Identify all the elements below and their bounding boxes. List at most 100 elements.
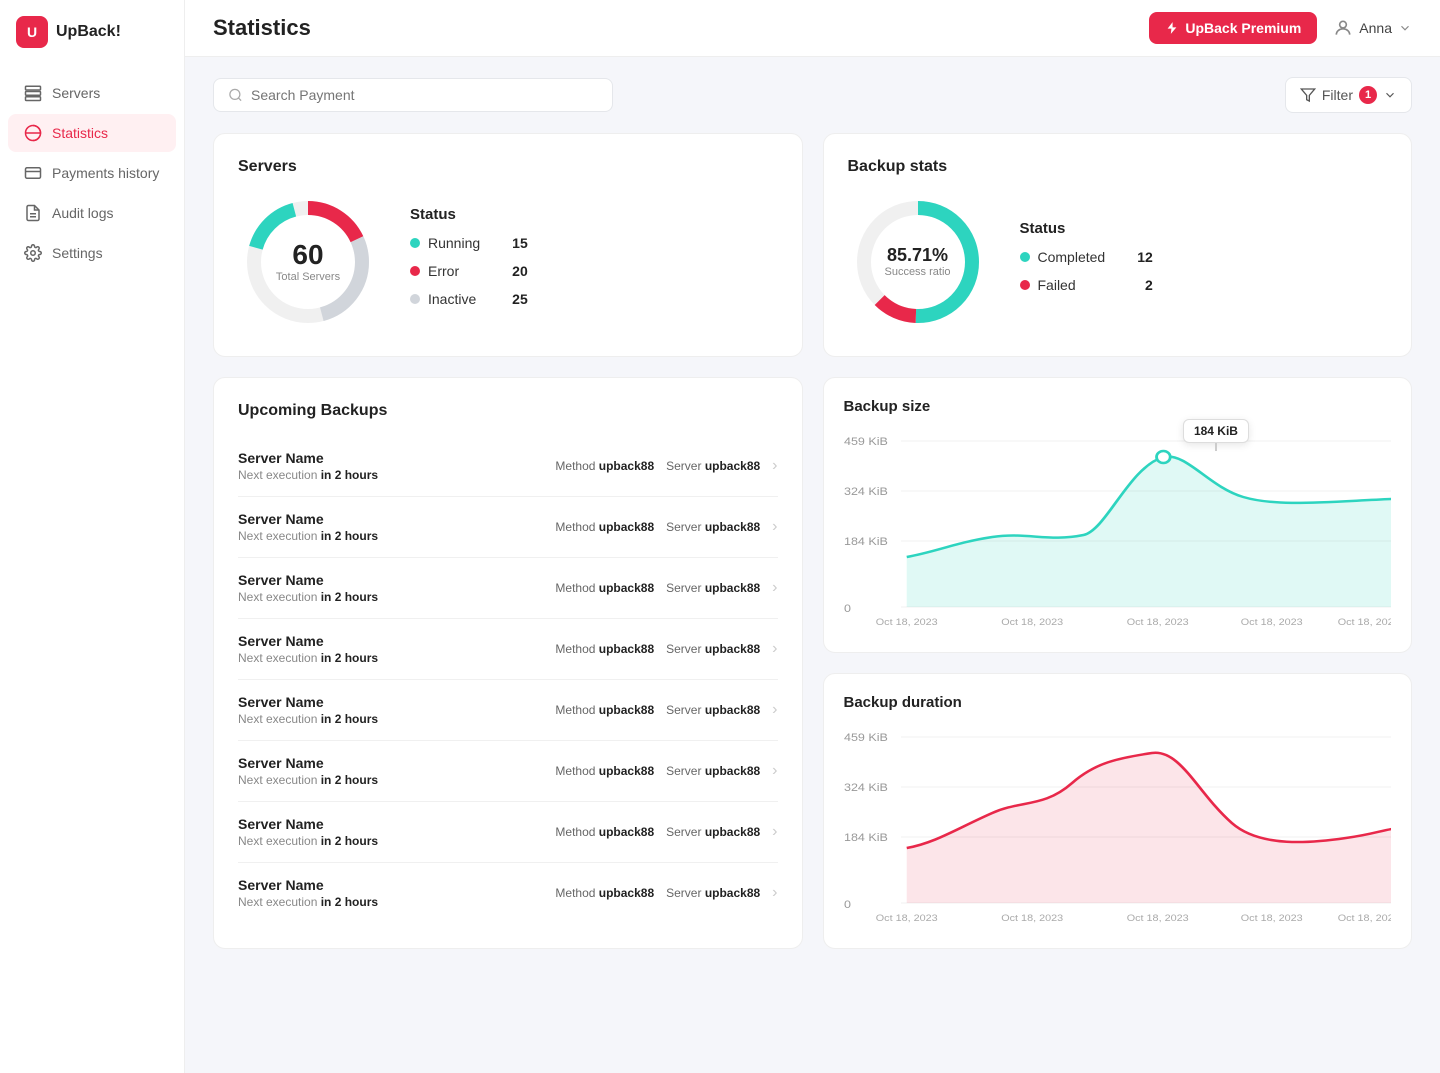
backup-server: Server upback88 — [666, 520, 760, 534]
logo-text: UpBack! — [56, 23, 121, 41]
user-name: Anna — [1359, 20, 1392, 36]
settings-icon — [24, 244, 42, 262]
upcoming-backups-card: Upcoming Backups Server Name Next execut… — [213, 377, 803, 949]
backup-name: Server Name — [238, 511, 543, 527]
backup-name: Server Name — [238, 877, 543, 893]
duration-area-fill — [906, 753, 1391, 903]
filter-chevron-icon — [1383, 88, 1397, 102]
audit-icon — [24, 204, 42, 222]
sidebar-item-settings[interactable]: Settings — [8, 234, 176, 272]
sidebar-label-payments: Payments history — [52, 165, 159, 181]
backup-name: Server Name — [238, 816, 543, 832]
completed-label: Completed — [1038, 249, 1106, 265]
backup-meta: Next execution in 2 hours — [238, 834, 543, 848]
running-count: 15 — [512, 235, 528, 251]
svg-text:Oct 18, 2023: Oct 18, 2023 — [1240, 618, 1302, 627]
logo: U UpBack! — [0, 16, 184, 72]
backup-item[interactable]: Server Name Next execution in 2 hours Me… — [238, 680, 778, 741]
sidebar-item-payments[interactable]: Payments history — [8, 154, 176, 192]
search-row: Filter 1 — [213, 77, 1412, 113]
chevron-right-icon: › — [772, 518, 777, 536]
running-dot — [410, 238, 420, 248]
svg-text:184 KiB: 184 KiB — [844, 832, 888, 844]
backup-name: Server Name — [238, 755, 543, 771]
search-input[interactable] — [251, 87, 598, 103]
backup-item[interactable]: Server Name Next execution in 2 hours Me… — [238, 558, 778, 619]
svg-text:0: 0 — [844, 899, 851, 911]
search-icon — [228, 87, 243, 103]
backup-meta: Next execution in 2 hours — [238, 590, 543, 604]
svg-text:Oct 18, 2023: Oct 18, 2023 — [1126, 914, 1188, 923]
failed-dot — [1020, 280, 1030, 290]
backup-server: Server upback88 — [666, 581, 760, 595]
backup-item[interactable]: Server Name Next execution in 2 hours Me… — [238, 436, 778, 497]
tooltip-value: 184 KiB — [1183, 419, 1249, 443]
backup-duration-svg: 459 KiB 324 KiB 184 KiB 0 — [844, 723, 1392, 923]
backup-stats-donut: 85.71% Success ratio — [848, 192, 988, 332]
statistics-icon — [24, 124, 42, 142]
svg-text:Oct 18, 2023: Oct 18, 2023 — [1240, 914, 1302, 923]
backup-info: Server Name Next execution in 2 hours — [238, 816, 543, 848]
chevron-right-icon: › — [772, 884, 777, 902]
backup-meta: Next execution in 2 hours — [238, 895, 543, 909]
backup-item[interactable]: Server Name Next execution in 2 hours Me… — [238, 619, 778, 680]
user-icon — [1333, 18, 1353, 38]
backup-stats-donut-section: 85.71% Success ratio Status Completed 12 — [848, 192, 1388, 332]
chevron-down-icon — [1398, 21, 1412, 35]
sidebar-nav: Servers Statistics Payments history Audi… — [0, 72, 184, 274]
tooltip-stem — [1215, 443, 1217, 451]
failed-count: 2 — [1145, 277, 1153, 293]
filter-badge: 1 — [1359, 86, 1377, 104]
logo-icon: U — [16, 16, 48, 48]
backup-name: Server Name — [238, 450, 543, 466]
upcoming-title: Upcoming Backups — [238, 402, 778, 420]
main-area: Statistics UpBack Premium Anna Filter — [185, 0, 1440, 1073]
sidebar-label-audit: Audit logs — [52, 205, 113, 221]
backup-item[interactable]: Server Name Next execution in 2 hours Me… — [238, 863, 778, 923]
chevron-right-icon: › — [772, 579, 777, 597]
running-label: Running — [428, 235, 480, 251]
user-menu[interactable]: Anna — [1333, 18, 1412, 38]
backup-item[interactable]: Server Name Next execution in 2 hours Me… — [238, 802, 778, 863]
completed-count: 12 — [1137, 249, 1153, 265]
svg-text:Oct 18, 2023: Oct 18, 2023 — [1126, 618, 1188, 627]
svg-text:Oct 18, 2023: Oct 18, 2023 — [1337, 914, 1391, 923]
inactive-dot — [410, 294, 420, 304]
backup-item[interactable]: Server Name Next execution in 2 hours Me… — [238, 497, 778, 558]
backup-list: Server Name Next execution in 2 hours Me… — [238, 436, 778, 923]
backup-info: Server Name Next execution in 2 hours — [238, 877, 543, 909]
search-box[interactable] — [213, 78, 613, 112]
svg-text:0: 0 — [844, 603, 851, 615]
backup-donut-center: 85.71% Success ratio — [884, 246, 950, 278]
backup-percentage-label: Success ratio — [884, 266, 950, 278]
inactive-count: 25 — [512, 291, 528, 307]
premium-button[interactable]: UpBack Premium — [1149, 12, 1317, 44]
backup-size-svg: 459 KiB 324 KiB 184 KiB 0 — [844, 427, 1392, 627]
backup-name: Server Name — [238, 694, 543, 710]
filter-icon — [1300, 87, 1316, 103]
status-failed: Failed 2 — [1020, 277, 1153, 293]
chevron-right-icon: › — [772, 701, 777, 719]
backup-size-chart-area: 184 KiB 459 KiB 324 KiB 184 KiB 0 — [844, 427, 1392, 632]
sidebar-item-statistics[interactable]: Statistics — [8, 114, 176, 152]
backup-meta: Next execution in 2 hours — [238, 468, 543, 482]
backup-method: Method upback88 — [555, 459, 654, 473]
sidebar-label-settings: Settings — [52, 245, 103, 261]
filter-button[interactable]: Filter 1 — [1285, 77, 1412, 113]
status-inactive: Inactive 25 — [410, 291, 528, 307]
backup-method: Method upback88 — [555, 825, 654, 839]
sidebar-item-audit[interactable]: Audit logs — [8, 194, 176, 232]
chevron-right-icon: › — [772, 762, 777, 780]
backup-server: Server upback88 — [666, 825, 760, 839]
backup-server: Server upback88 — [666, 886, 760, 900]
failed-label: Failed — [1038, 277, 1113, 293]
page-title: Statistics — [213, 15, 311, 41]
sidebar-item-servers[interactable]: Servers — [8, 74, 176, 112]
inactive-label: Inactive — [428, 291, 480, 307]
servers-status-section: Status Running 15 Error 20 — [410, 206, 528, 319]
backup-method: Method upback88 — [555, 581, 654, 595]
svg-text:324 KiB: 324 KiB — [844, 782, 888, 794]
servers-status-list: Running 15 Error 20 Inactive — [410, 235, 528, 307]
bottom-row: Upcoming Backups Server Name Next execut… — [213, 377, 1412, 949]
backup-item[interactable]: Server Name Next execution in 2 hours Me… — [238, 741, 778, 802]
